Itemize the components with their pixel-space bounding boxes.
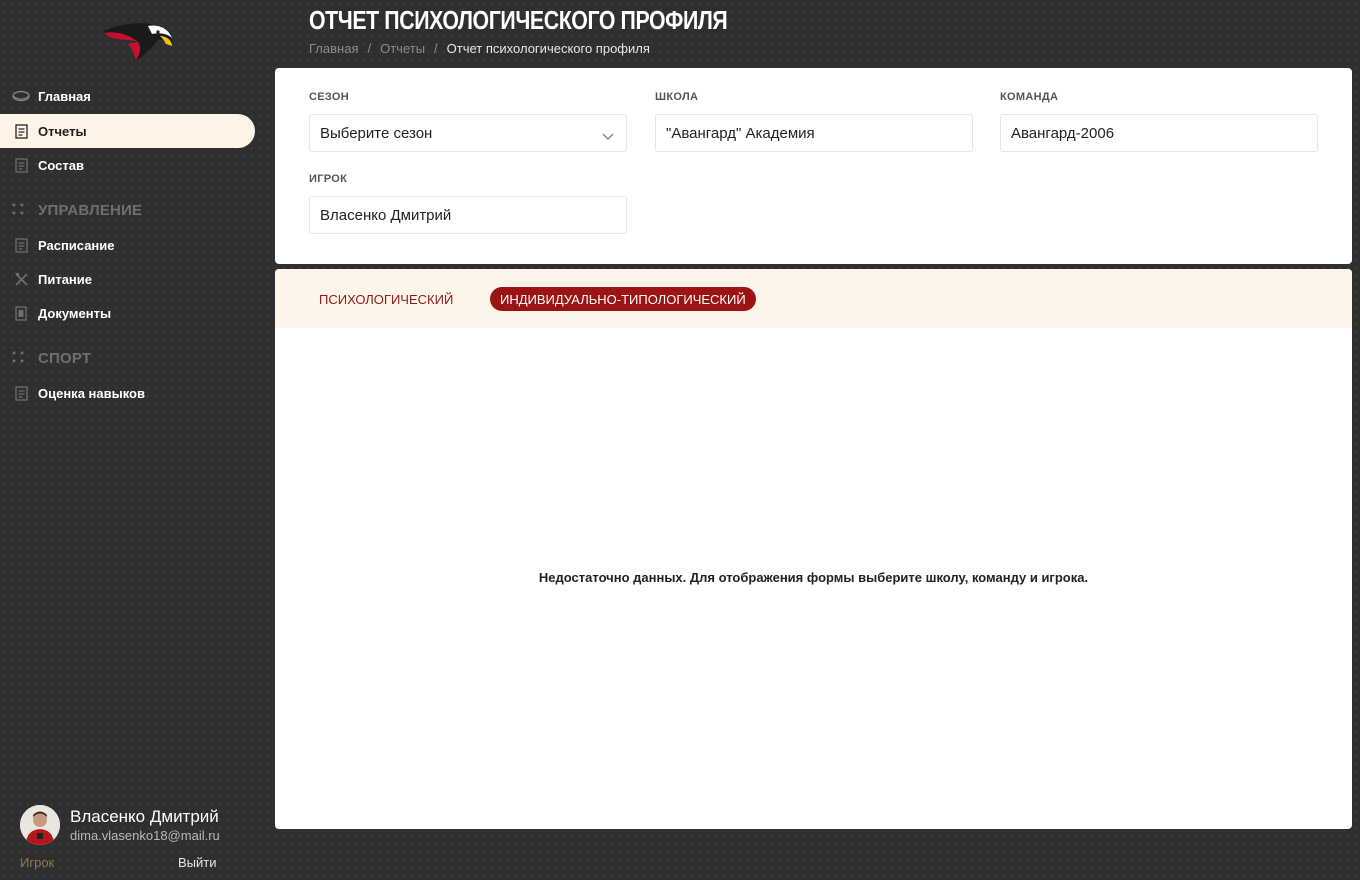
sidebar-item-label: Документы (38, 305, 112, 321)
report-panel: ПСИХОЛОГИЧЕСКИЙ ИНДИВИДУАЛЬНО-ТИПОЛОГИЧЕ… (275, 269, 1352, 829)
section-sport: СПОРТ (12, 350, 91, 367)
sidebar-item-label: Питание (38, 271, 93, 287)
sidebar-item-label: Оценка навыков (38, 385, 145, 401)
user-name: Власенко Дмитрий (70, 807, 219, 826)
user-email: dima.vlasenko18@mail.ru (70, 828, 220, 843)
logout-button[interactable]: Выйти (178, 855, 217, 870)
sidebar-item-reports[interactable]: Отчеты (0, 114, 255, 148)
sidebar-item-home[interactable]: Главная (0, 79, 255, 113)
grid-dots-icon (12, 350, 30, 367)
tabs-bar: ПСИХОЛОГИЧЕСКИЙ ИНДИВИДУАЛЬНО-ТИПОЛОГИЧЕ… (275, 269, 1352, 328)
avatar[interactable] (20, 805, 60, 845)
file-icon (12, 304, 30, 322)
sidebar-item-label: Главная (38, 88, 91, 104)
document-icon (12, 384, 30, 402)
player-label: ИГРОК (309, 173, 348, 185)
sidebar-item-schedule[interactable]: Расписание (0, 228, 255, 262)
sidebar-item-label: Расписание (38, 237, 115, 253)
breadcrumb-reports[interactable]: Отчеты (380, 41, 425, 56)
chevron-down-icon (602, 128, 614, 145)
document-icon (12, 236, 30, 254)
player-value: Власенко Дмитрий (320, 206, 452, 224)
page-title: ОТЧЕТ ПСИХОЛОГИЧЕСКОГО ПРОФИЛЯ (309, 5, 728, 35)
team-field[interactable]: Авангард-2006 (1000, 114, 1318, 152)
filter-panel: СЕЗОН Выберите сезон ШКОЛА "Авангард" Ак… (275, 68, 1352, 264)
season-value: Выберите сезон (320, 124, 433, 142)
sidebar-item-nutrition[interactable]: Питание (0, 262, 255, 296)
sidebar-item-label: Состав (38, 157, 84, 173)
empty-state-message: Недостаточно данных. Для отображения фор… (538, 570, 1089, 585)
school-field[interactable]: "Авангард" Академия (655, 114, 973, 152)
sidebar-item-label: Отчеты (38, 123, 87, 139)
team-label: КОМАНДА (1000, 91, 1059, 103)
breadcrumb-current: Отчет психологического профиля (446, 41, 650, 56)
utensils-icon (12, 270, 30, 288)
sidebar-item-roster[interactable]: Состав (0, 148, 255, 182)
school-value: "Авангард" Академия (666, 124, 815, 142)
avangard-hawk-logo[interactable] (98, 18, 176, 64)
sidebar-item-documents[interactable]: Документы (0, 296, 255, 330)
report-icon (12, 122, 30, 140)
season-label: СЕЗОН (309, 91, 350, 103)
breadcrumb-separator: / (434, 41, 438, 56)
section-management: УПРАВЛЕНИЕ (12, 202, 142, 219)
puck-icon (12, 87, 30, 105)
player-field[interactable]: Власенко Дмитрий (309, 196, 627, 234)
user-role: Игрок (20, 855, 55, 870)
breadcrumb: Главная / Отчеты / Отчет психологическог… (309, 41, 650, 56)
sidebar-item-skills-assessment[interactable]: Оценка навыков (0, 376, 255, 410)
breadcrumb-home[interactable]: Главная (309, 41, 358, 56)
tab-psychological[interactable]: ПСИХОЛОГИЧЕСКИЙ (309, 287, 463, 311)
grid-dots-icon (12, 202, 30, 219)
tab-individual-typological[interactable]: ИНДИВИДУАЛЬНО-ТИПОЛОГИЧЕСКИЙ (490, 287, 756, 311)
section-title: УПРАВЛЕНИЕ (38, 202, 143, 219)
season-select[interactable]: Выберите сезон (309, 114, 627, 152)
breadcrumb-separator: / (367, 41, 372, 56)
sidebar: Главная Отчеты Состав УПРАВЛЕНИЕ Расписа… (0, 0, 275, 880)
school-label: ШКОЛА (655, 91, 699, 103)
section-title: СПОРТ (38, 350, 92, 367)
document-icon (12, 156, 30, 174)
team-value: Авангард-2006 (1011, 124, 1115, 142)
